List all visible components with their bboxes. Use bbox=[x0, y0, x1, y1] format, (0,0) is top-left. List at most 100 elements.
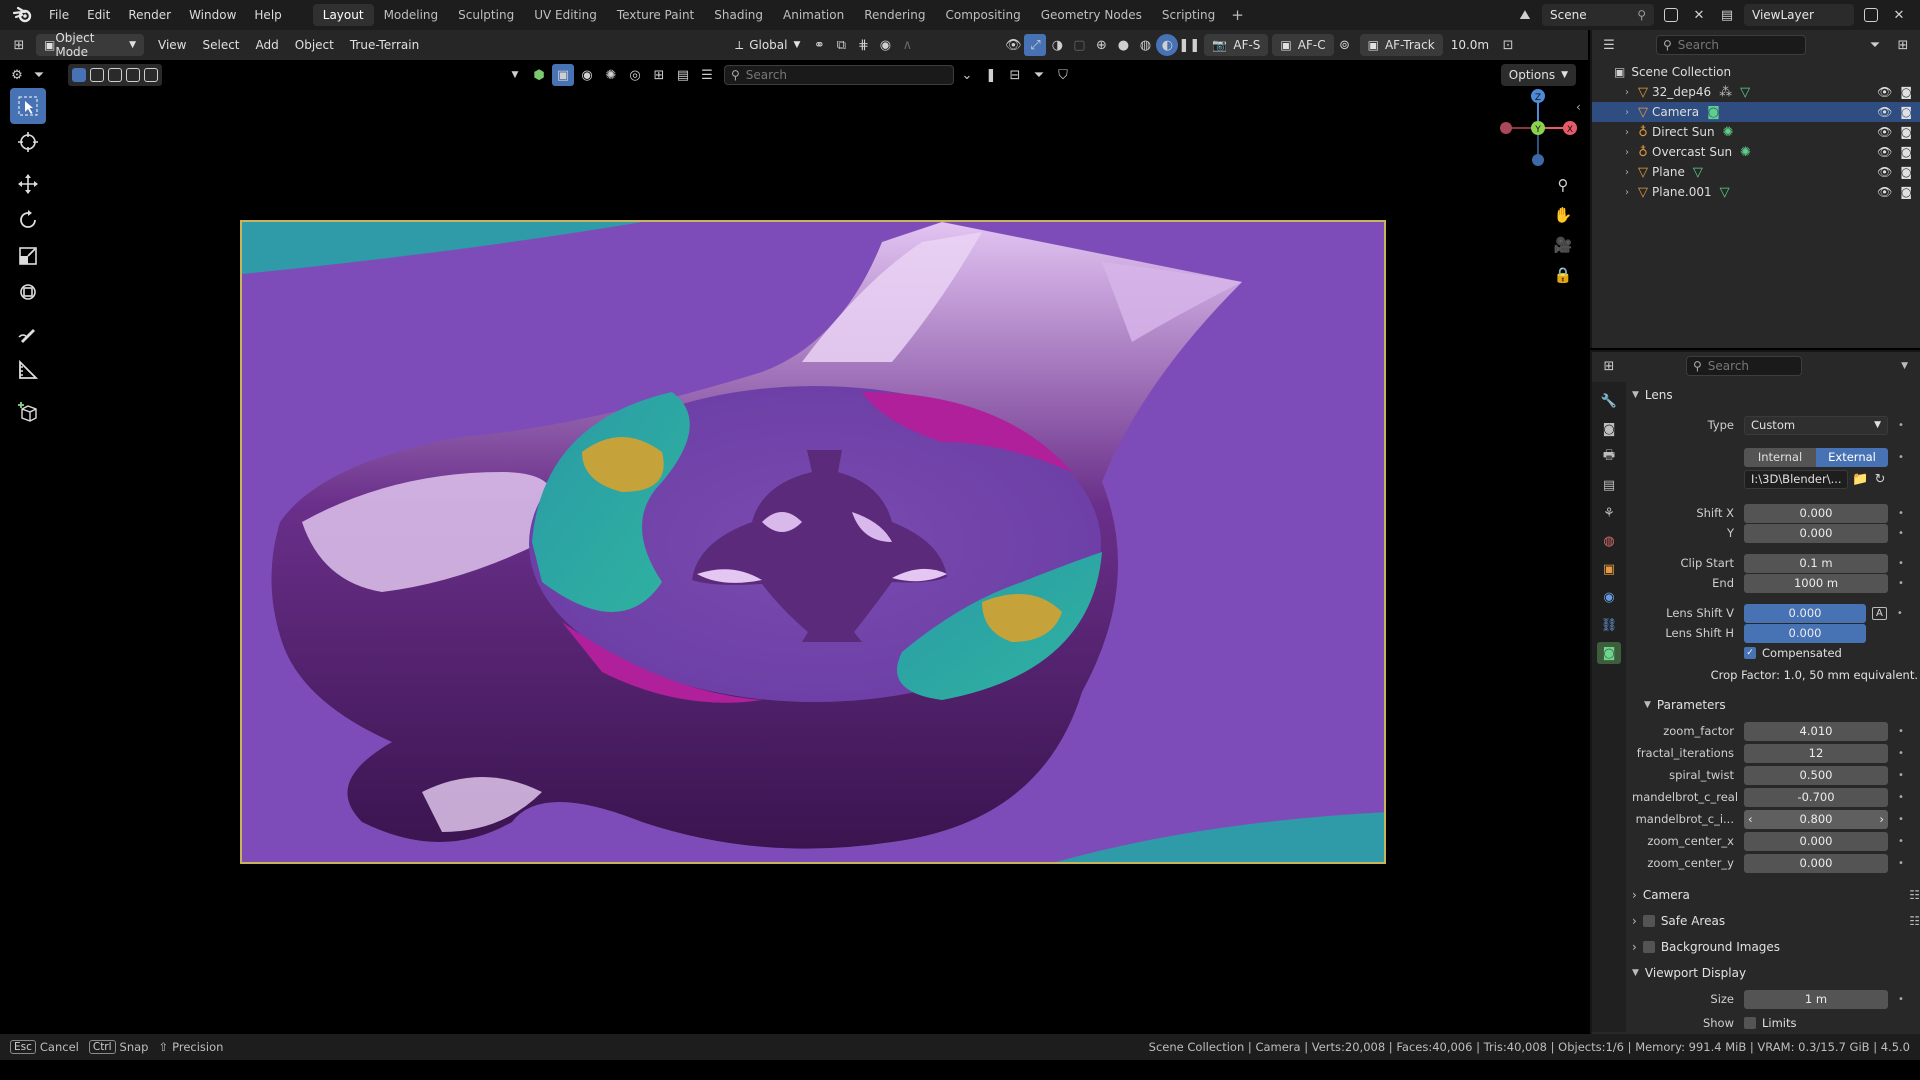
clip-end-field[interactable]: 1000 m bbox=[1744, 573, 1888, 593]
background-images-panel-header[interactable]: › Background Images bbox=[1632, 936, 1920, 958]
outliner-item-plane-001[interactable]: › ▽ Plane.001 ▽ 👁 ◙ bbox=[1592, 182, 1920, 202]
pause-icon[interactable]: ❚❚ bbox=[1178, 34, 1201, 56]
display-size-field[interactable]: 1 m bbox=[1744, 989, 1888, 1009]
animate-dot-icon[interactable]: • bbox=[1898, 858, 1904, 869]
add-workspace-icon[interactable]: + bbox=[1225, 6, 1250, 24]
folder-icon[interactable]: 📁 bbox=[1852, 468, 1868, 490]
filter-icon[interactable]: ⏷ bbox=[28, 64, 50, 86]
eye-icon[interactable]: 👁 bbox=[1877, 145, 1892, 159]
mandelbrot-c-imag-field[interactable]: ‹ 0.800 › bbox=[1744, 809, 1888, 829]
animate-dot-icon[interactable]: • bbox=[1898, 792, 1904, 803]
rendered-shading-icon[interactable]: ◐ bbox=[1156, 34, 1179, 56]
animate-dot-icon[interactable]: • bbox=[1898, 508, 1904, 519]
expand-icon[interactable]: › bbox=[1620, 87, 1634, 98]
orientation-dropdown[interactable]: ⟂ Global ▼ bbox=[727, 34, 808, 56]
eye-icon[interactable]: 👁 bbox=[1877, 165, 1892, 179]
scene-collection-row[interactable]: ▣ Scene Collection bbox=[1592, 62, 1920, 82]
select-extend-icon[interactable] bbox=[90, 68, 104, 82]
limits-checkbox[interactable] bbox=[1744, 1017, 1756, 1029]
camera-render-icon[interactable]: ◙ bbox=[1900, 145, 1912, 159]
shift-y-field[interactable]: 0.000 bbox=[1744, 523, 1888, 543]
material-shading-icon[interactable]: ◍ bbox=[1134, 34, 1156, 56]
proportional-edit-icon[interactable]: ◉ bbox=[874, 34, 896, 56]
scene-selector[interactable]: Scene ⚲ bbox=[1542, 4, 1654, 26]
view-layer-selector[interactable]: ViewLayer bbox=[1744, 4, 1854, 26]
properties-search-input[interactable]: ⚲ Search bbox=[1686, 356, 1802, 376]
mesh-filter-icon[interactable]: ▣ bbox=[552, 64, 574, 86]
chevron-right-icon[interactable]: › bbox=[1879, 810, 1884, 829]
expand-icon[interactable]: › bbox=[1620, 107, 1634, 118]
new-scene-icon[interactable] bbox=[1660, 4, 1682, 26]
animate-dot-icon[interactable]: • bbox=[1898, 452, 1904, 463]
tab-modeling[interactable]: Modeling bbox=[374, 4, 449, 26]
new-collection-icon[interactable]: ⊞ bbox=[1892, 34, 1914, 56]
scale-tool[interactable] bbox=[10, 238, 46, 274]
eye-icon[interactable]: 👁 bbox=[1877, 105, 1892, 119]
animate-dot-icon[interactable]: • bbox=[1898, 558, 1904, 569]
light-filter-icon[interactable]: ✺ bbox=[600, 64, 622, 86]
camera-render-icon[interactable]: ◙ bbox=[1900, 125, 1912, 139]
shift-x-field[interactable]: 0.000 bbox=[1744, 503, 1888, 523]
camera-panel-header[interactable]: › Camera ☷ bbox=[1632, 884, 1920, 906]
eye-icon[interactable]: 👁 bbox=[1877, 125, 1892, 139]
af-c-button[interactable]: ▣ AF-C bbox=[1272, 34, 1334, 56]
gizmo-toggle-icon[interactable]: ⤢ bbox=[1024, 34, 1047, 56]
new-view-layer-icon[interactable] bbox=[1860, 4, 1882, 26]
gear-icon[interactable]: ⚙ bbox=[6, 64, 28, 86]
camera-render-icon[interactable]: ◙ bbox=[1900, 185, 1912, 199]
menu-window[interactable]: Window bbox=[180, 0, 245, 30]
world-tab-icon[interactable]: ◍ bbox=[1597, 530, 1621, 552]
animate-dot-icon[interactable]: • bbox=[1898, 770, 1904, 781]
world-filter-icon[interactable]: ◎ bbox=[624, 64, 646, 86]
list-filter-icon[interactable]: ☰ bbox=[696, 64, 718, 86]
camera-render-icon[interactable]: ◙ bbox=[1900, 85, 1912, 99]
display-mode-icon[interactable]: ⊟ bbox=[1004, 64, 1026, 86]
lens-shift-v-field[interactable]: 0.000 bbox=[1744, 603, 1866, 623]
menu-object[interactable]: Object bbox=[287, 34, 342, 56]
view-layer-tab-icon[interactable]: ▤ bbox=[1597, 474, 1621, 496]
options-dropdown[interactable]: Options ▼ bbox=[1500, 64, 1576, 86]
outliner-item-overcast-sun[interactable]: › ♁ Overcast Sun ✺ 👁 ◙ bbox=[1592, 142, 1920, 162]
external-button[interactable]: External bbox=[1816, 447, 1888, 467]
fractal-iterations-field[interactable]: 12 bbox=[1744, 743, 1888, 763]
animate-dot-icon[interactable]: • bbox=[1898, 578, 1904, 589]
spiral-twist-field[interactable]: 0.500 bbox=[1744, 765, 1888, 785]
outliner-item-32-dep46[interactable]: › ▽ 32_dep46 ⁂ ▽ 👁 ◙ bbox=[1592, 82, 1920, 102]
animate-dot-icon[interactable]: • bbox=[1898, 994, 1904, 1005]
expand-icon[interactable]: › bbox=[1620, 147, 1634, 158]
tab-animation[interactable]: Animation bbox=[773, 4, 854, 26]
tab-geometry-nodes[interactable]: Geometry Nodes bbox=[1031, 4, 1152, 26]
properties-editor-icon[interactable]: ⊞ bbox=[1598, 355, 1620, 377]
animate-dot-icon[interactable]: • bbox=[1898, 814, 1904, 825]
menu-add[interactable]: Add bbox=[248, 34, 287, 56]
blender-logo-icon[interactable] bbox=[12, 4, 34, 26]
focus-distance[interactable]: 10.0m bbox=[1443, 34, 1497, 56]
safe-areas-panel-header[interactable]: › Safe Areas ☷ bbox=[1632, 910, 1920, 932]
annotate-tool[interactable] bbox=[10, 316, 46, 352]
animate-dot-icon[interactable]: • bbox=[1898, 420, 1904, 431]
focus-picker-icon[interactable]: ⊡ bbox=[1497, 34, 1519, 56]
zoom-factor-field[interactable]: 4.010 bbox=[1744, 721, 1888, 741]
outliner-search-input[interactable]: ⚲ Search bbox=[1656, 35, 1806, 55]
presets-icon[interactable]: ☷ bbox=[1909, 888, 1920, 902]
outliner-display-icon[interactable]: ☰ bbox=[1598, 34, 1620, 56]
material-filter-icon[interactable]: ◉ bbox=[576, 64, 598, 86]
object-filter-icon[interactable]: ⬢ bbox=[528, 64, 550, 86]
camera-data-tab-icon[interactable]: ◙ bbox=[1597, 642, 1621, 664]
lens-type-dropdown[interactable]: Custom ▼ bbox=[1744, 415, 1888, 435]
expand-icon[interactable]: › bbox=[1620, 167, 1634, 178]
zoom-center-y-field[interactable]: 0.000 bbox=[1744, 853, 1888, 873]
menu-edit[interactable]: Edit bbox=[78, 0, 119, 30]
wireframe-shading-icon[interactable]: ⊕ bbox=[1090, 34, 1112, 56]
tool-tab-icon[interactable]: 🔧 bbox=[1597, 390, 1621, 412]
tab-layout[interactable]: Layout bbox=[312, 4, 374, 26]
zoom-icon[interactable]: ⚲ bbox=[1550, 172, 1576, 198]
eye-icon[interactable]: 👁 bbox=[1877, 185, 1892, 199]
constraints-tab-icon[interactable]: ⛓ bbox=[1597, 614, 1621, 636]
chevron-down-icon[interactable]: ▼ bbox=[504, 64, 526, 86]
cursor-tool[interactable] bbox=[10, 124, 46, 160]
mandelbrot-c-real-field[interactable]: -0.700 bbox=[1744, 787, 1888, 807]
funnel-icon[interactable]: ⏷ bbox=[1028, 64, 1050, 86]
af-s-button[interactable]: 📷 AF-S bbox=[1204, 34, 1269, 56]
animate-dot-icon[interactable]: • bbox=[1897, 608, 1903, 619]
